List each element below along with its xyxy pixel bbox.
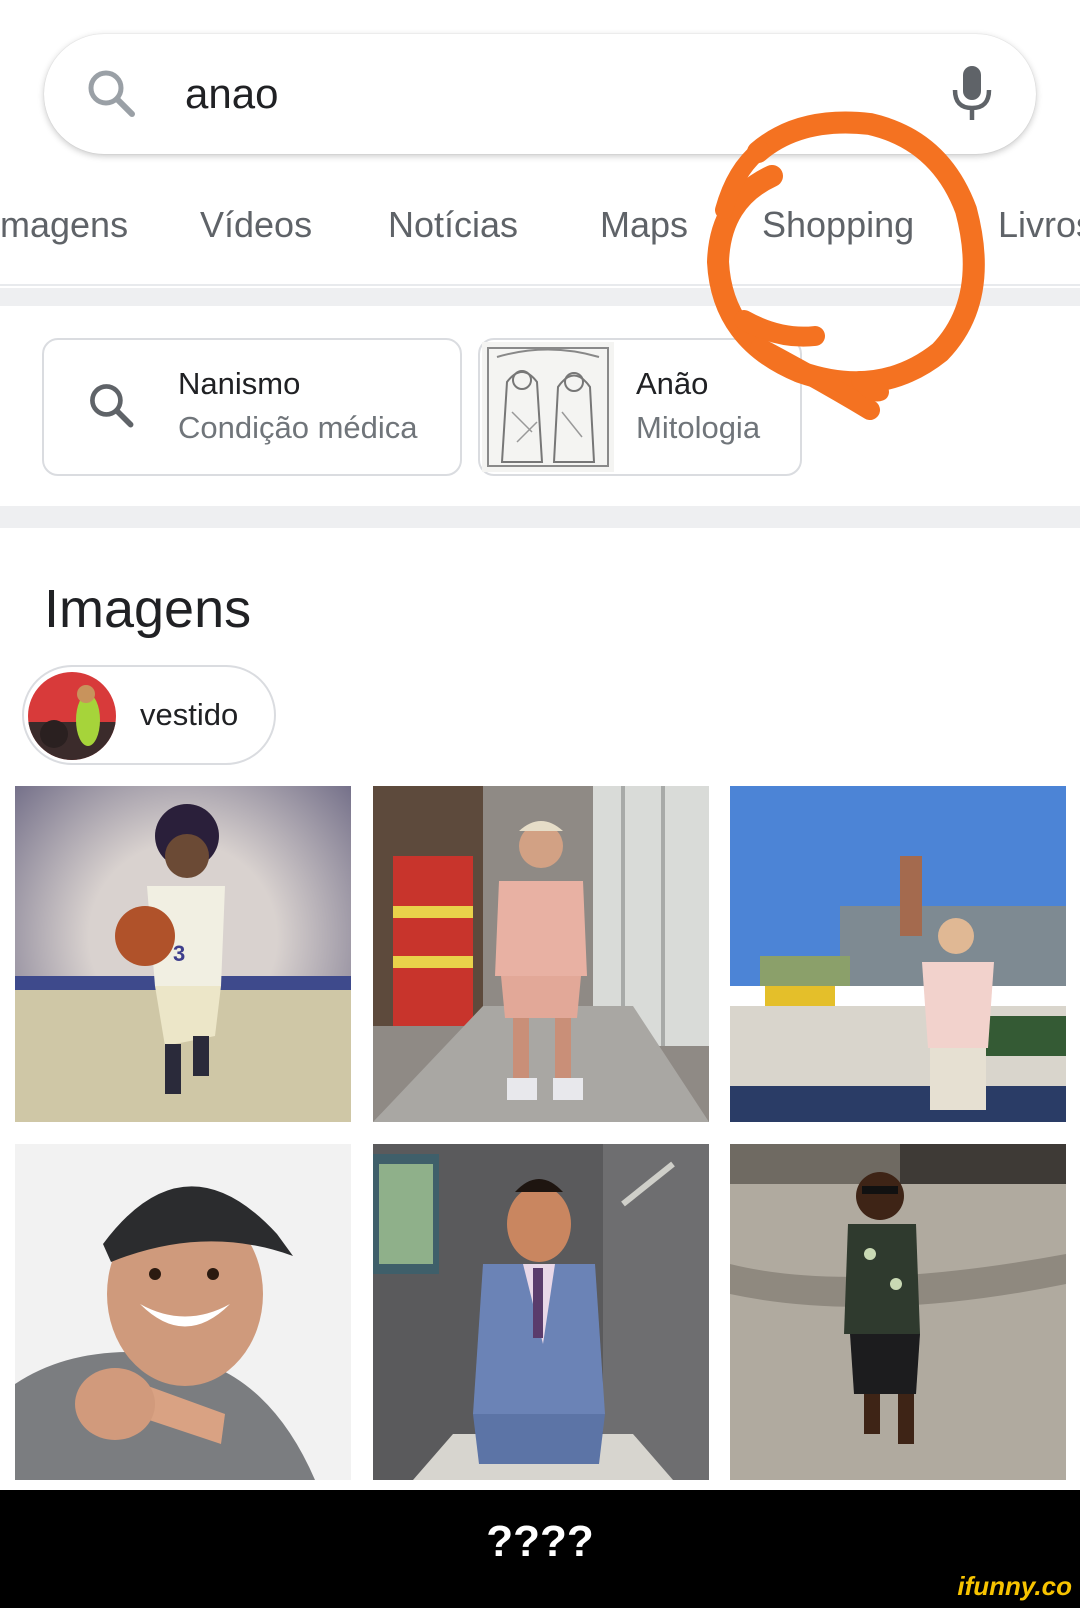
search-bar[interactable]: anao [44,34,1036,154]
chip-title: Anão [636,366,709,401]
tab-livros[interactable]: Livros [998,200,1080,250]
image-result-1[interactable]: 3 [15,786,351,1122]
tab-maps[interactable]: Maps [600,200,688,250]
image-result-5[interactable] [373,1144,709,1480]
meme-caption: ???? [486,1517,594,1566]
image-result-6[interactable] [730,1144,1066,1480]
search-icon [88,70,135,117]
mythology-illustration-thumbnail [482,342,614,472]
chip-thumbnail-image [28,672,116,760]
image-result-2[interactable] [373,786,709,1122]
search-tabs: Imagens Vídeos Notícias Maps Shopping Li… [0,160,1080,286]
chip-subtitle: Mitologia [636,410,761,445]
knowledge-chip-anao[interactable]: Anão Mitologia [478,338,802,476]
search-input[interactable]: anao [185,64,278,124]
image-result-3[interactable] [730,786,1066,1122]
tab-imagens[interactable]: Imagens [0,200,128,250]
chip-subtitle: Condição médica [178,410,418,445]
ifunny-watermark: ifunny.co [957,1571,1072,1601]
section-divider [0,506,1080,528]
tab-videos[interactable]: Vídeos [200,200,312,250]
knowledge-chip-nanismo[interactable]: Nanismo Condição médica [42,338,462,476]
svg-text:3: 3 [173,941,185,966]
meme-caption-bar: ???? ifunny.co [0,1490,1080,1608]
tab-shopping[interactable]: Shopping [762,200,914,250]
refine-chip-label: vestido [140,697,239,732]
search-icon [90,384,134,428]
image-result-4[interactable] [15,1144,351,1480]
refine-chip-vestido[interactable]: vestido [22,665,276,765]
images-section-title: Imagens [44,579,252,639]
tab-noticias[interactable]: Notícias [388,200,518,250]
microphone-icon[interactable] [944,62,1000,126]
chip-title: Nanismo [178,366,301,401]
section-divider [0,288,1080,306]
